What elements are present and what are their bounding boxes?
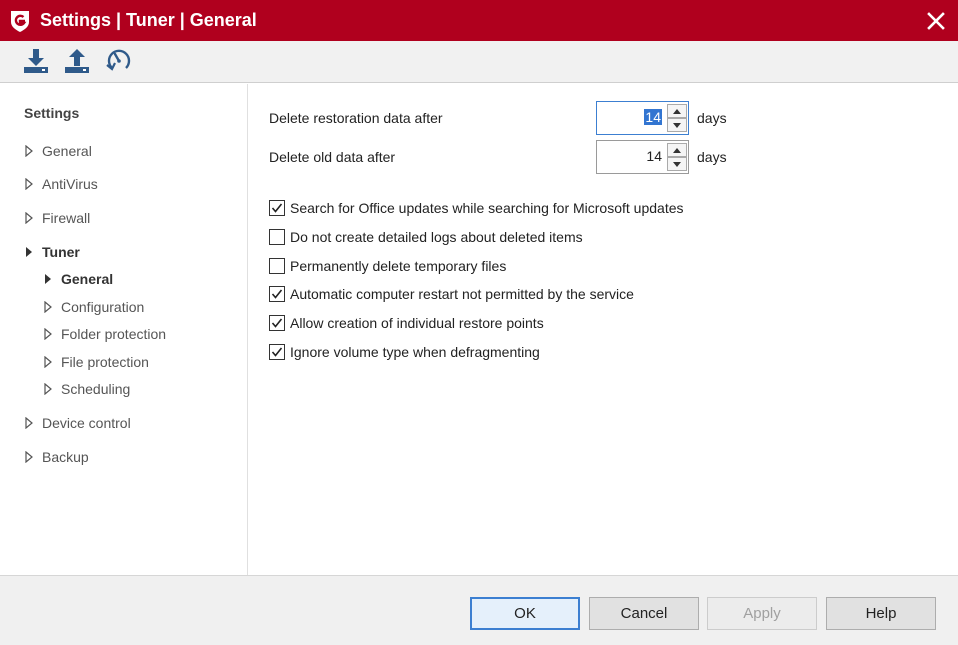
checkbox-checked-icon[interactable]	[269, 286, 285, 302]
restoration-days-value[interactable]: 14	[644, 109, 662, 125]
nav-item-folder-protection[interactable]: Folder protection	[43, 323, 166, 345]
nav-heading: Settings	[24, 105, 80, 121]
nav-item-label: AntiVirus	[42, 176, 98, 192]
spin-down-icon[interactable]	[667, 118, 687, 132]
option-label: Permanently delete temporary files	[290, 258, 507, 274]
window-title: Settings | Tuner | General	[40, 10, 257, 30]
old-data-days-unit: days	[697, 149, 727, 165]
expand-arrow-icon[interactable]	[24, 417, 42, 429]
export-icon[interactable]	[62, 46, 92, 76]
option-restore-points[interactable]: Allow creation of individual restore poi…	[269, 313, 544, 333]
toolbar	[0, 41, 958, 83]
option-no-auto-restart[interactable]: Automatic computer restart not permitted…	[269, 284, 634, 304]
expanded-arrow-icon[interactable]	[24, 246, 42, 258]
settings-nav-tree: Settings General AntiVirus Firewall Tune…	[0, 84, 248, 575]
restoration-data-label: Delete restoration data after	[269, 110, 443, 126]
nav-item-label: Folder protection	[61, 326, 167, 342]
expand-arrow-icon[interactable]	[43, 273, 61, 285]
spin-down-icon[interactable]	[667, 157, 687, 171]
title-bar: Settings | Tuner | General	[0, 0, 958, 41]
nav-item-antivirus[interactable]: AntiVirus	[24, 173, 98, 195]
checkbox-checked-icon[interactable]	[269, 315, 285, 331]
nav-item-tuner-general[interactable]: General	[43, 268, 113, 290]
old-data-days-value[interactable]: 14	[646, 148, 662, 164]
nav-item-backup[interactable]: Backup	[24, 446, 89, 468]
dialog-footer: OK Cancel Apply Help	[0, 575, 958, 645]
nav-item-scheduling[interactable]: Scheduling	[43, 378, 130, 400]
option-label: Allow creation of individual restore poi…	[290, 315, 544, 331]
nav-item-label: Device control	[42, 415, 131, 431]
nav-item-general[interactable]: General	[24, 140, 92, 162]
nav-item-label: Configuration	[61, 299, 145, 315]
nav-item-label: General	[42, 143, 92, 159]
nav-item-label: Firewall	[42, 210, 91, 226]
nav-item-firewall[interactable]: Firewall	[24, 207, 90, 229]
ok-button[interactable]: OK	[470, 597, 580, 630]
option-label: Ignore volume type when defragmenting	[290, 344, 540, 360]
option-label: Search for Office updates while searchin…	[290, 200, 684, 216]
checkbox-checked-icon[interactable]	[269, 200, 285, 216]
nav-item-device-control[interactable]: Device control	[24, 412, 131, 434]
restoration-days-spinner[interactable]: 14	[596, 101, 689, 135]
old-data-days-spinner[interactable]: 14	[596, 140, 689, 174]
option-label: Do not create detailed logs about delete…	[290, 229, 583, 245]
cancel-button[interactable]: Cancel	[589, 597, 699, 630]
expand-arrow-icon[interactable]	[24, 178, 42, 190]
option-delete-temp-files[interactable]: Permanently delete temporary files	[269, 256, 506, 276]
expand-arrow-icon[interactable]	[24, 212, 42, 224]
option-label: Automatic computer restart not permitted…	[290, 286, 634, 302]
checkbox-checked-icon[interactable]	[269, 344, 285, 360]
option-ignore-volume-type[interactable]: Ignore volume type when defragmenting	[269, 342, 540, 362]
help-button[interactable]: Help	[826, 597, 936, 630]
restore-defaults-icon[interactable]	[104, 46, 134, 76]
apply-button[interactable]: Apply	[707, 597, 817, 630]
import-icon[interactable]	[21, 46, 51, 76]
expand-arrow-icon[interactable]	[43, 383, 61, 395]
checkbox-unchecked-icon[interactable]	[269, 258, 285, 274]
nav-item-configuration[interactable]: Configuration	[43, 296, 144, 318]
close-icon[interactable]	[919, 4, 953, 38]
settings-content: Delete restoration data after 14 days De…	[249, 84, 958, 575]
checkbox-unchecked-icon[interactable]	[269, 229, 285, 245]
expand-arrow-icon[interactable]	[24, 451, 42, 463]
expand-arrow-icon[interactable]	[43, 356, 61, 368]
expand-arrow-icon[interactable]	[43, 301, 61, 313]
app-logo-icon	[8, 9, 32, 33]
expand-arrow-icon[interactable]	[24, 145, 42, 157]
nav-item-label: Backup	[42, 449, 89, 465]
old-data-label: Delete old data after	[269, 149, 396, 165]
nav-item-label: Scheduling	[61, 381, 131, 397]
nav-item-file-protection[interactable]: File protection	[43, 351, 149, 373]
nav-item-tuner[interactable]: Tuner	[24, 241, 80, 263]
nav-item-label: General	[61, 271, 114, 287]
spin-up-icon[interactable]	[667, 104, 687, 118]
option-office-updates[interactable]: Search for Office updates while searchin…	[269, 198, 684, 218]
expand-arrow-icon[interactable]	[43, 328, 61, 340]
option-no-detailed-logs[interactable]: Do not create detailed logs about delete…	[269, 227, 583, 247]
nav-item-label: File protection	[61, 354, 149, 370]
nav-item-label: Tuner	[42, 244, 80, 260]
spin-up-icon[interactable]	[667, 143, 687, 157]
restoration-days-unit: days	[697, 110, 727, 126]
